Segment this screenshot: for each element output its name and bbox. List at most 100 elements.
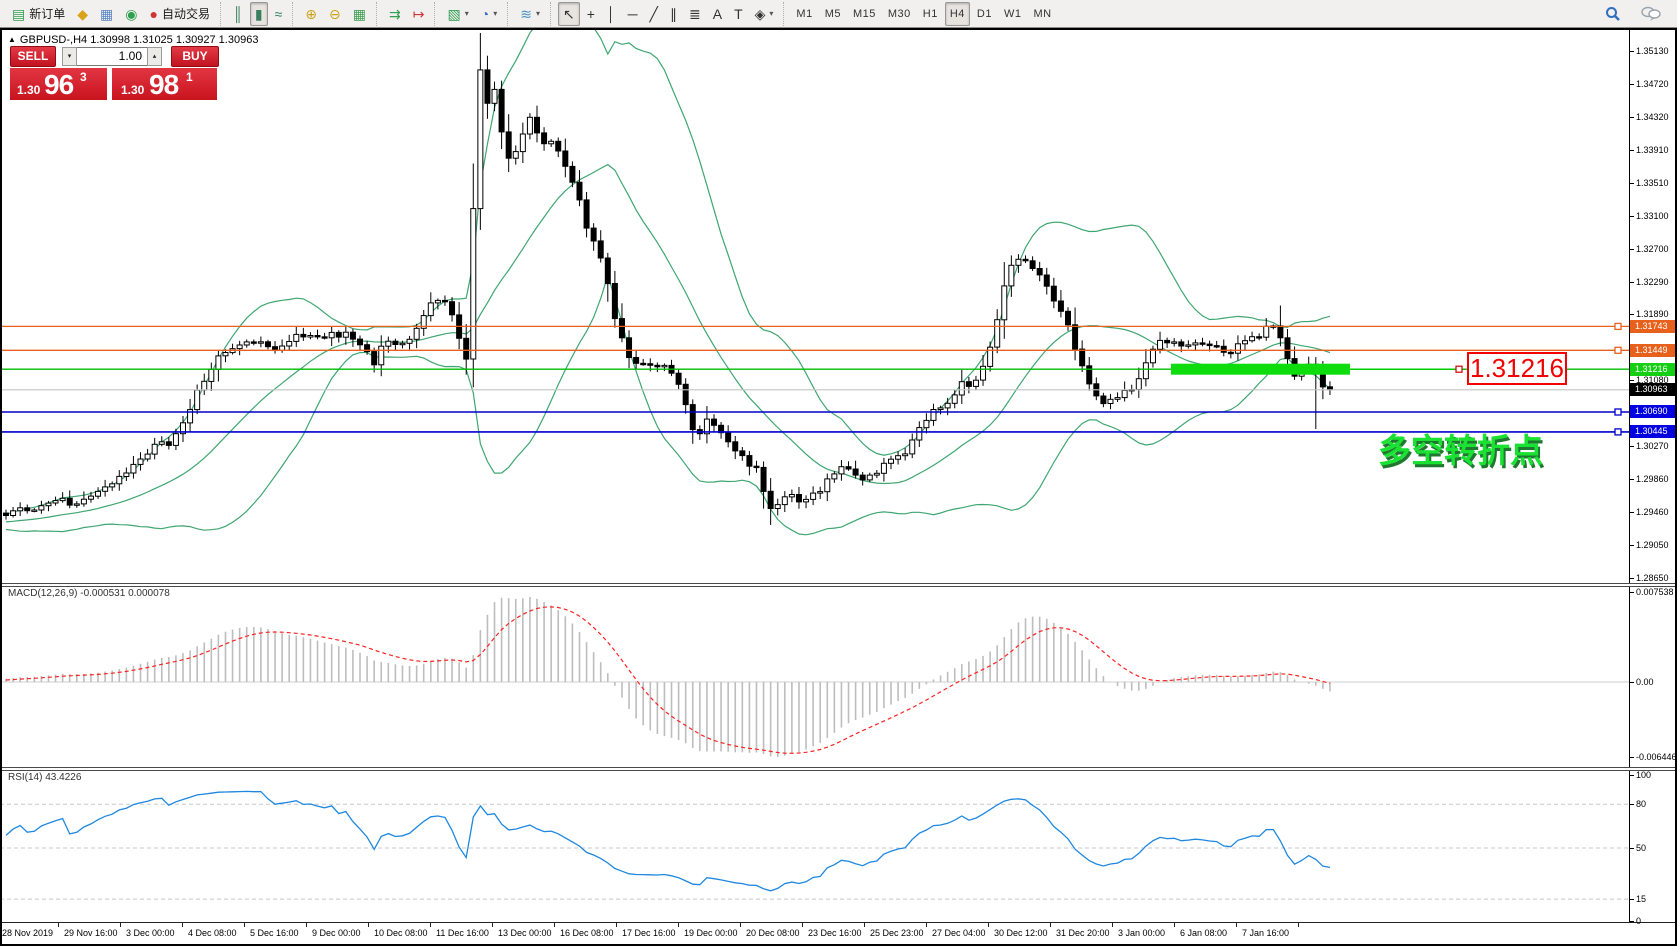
new-order-icon: ▤	[12, 7, 25, 21]
time-tick-label: 6 Jan 08:00	[1180, 928, 1227, 938]
timeframe-d1-button[interactable]: D1	[972, 2, 997, 26]
price-axis-separator	[1629, 30, 1630, 922]
zoom-out-button[interactable]: ⊖	[324, 2, 346, 26]
time-tick-label: 16 Dec 08:00	[560, 928, 614, 938]
auto-scroll-button[interactable]: ⇉	[384, 2, 406, 26]
trendline-icon: ╱	[650, 7, 658, 21]
horizontal-lines[interactable]	[0, 323, 1629, 435]
buy-price-panel[interactable]: 1.30 98 1	[112, 68, 217, 100]
autotrading-button[interactable]: ●自动交易	[144, 2, 214, 26]
profiles-button[interactable]: ▦	[95, 2, 118, 26]
rsi-tick-label: 50	[1636, 843, 1646, 853]
annotation-handle	[1456, 366, 1462, 372]
text-label-button[interactable]: T	[729, 2, 748, 26]
rsi-panel[interactable]	[0, 769, 1629, 922]
timeframe-m30-button[interactable]: M30	[883, 2, 916, 26]
arrow-objects-icon: ◈	[755, 7, 766, 21]
vertical-line-button[interactable]: │	[602, 2, 621, 26]
volume-input[interactable]	[77, 47, 147, 66]
timeframe-h1-button[interactable]: H1	[918, 2, 943, 26]
buy-price-small: 1.30	[121, 83, 144, 97]
time-tick	[244, 922, 245, 927]
crosshair-icon: +	[587, 7, 595, 21]
text-button[interactable]: A	[708, 2, 727, 26]
dropdown-caret-icon: ▾	[465, 9, 469, 18]
rsi-panel-separator[interactable]	[2, 767, 1675, 771]
autotrading-icon: ●	[149, 7, 157, 21]
sell-button[interactable]: SELL	[10, 46, 56, 67]
line-chart-button[interactable]: ≈	[270, 2, 288, 26]
timeframe-m5-button[interactable]: M5	[820, 2, 846, 26]
chat-button[interactable]	[1636, 2, 1666, 26]
profiles-icon: ▦	[100, 7, 113, 21]
tile-windows-button[interactable]: ▦	[348, 2, 371, 26]
time-tick	[740, 922, 741, 927]
collapse-arrow-icon[interactable]: ▲	[8, 35, 16, 44]
time-axis-separator	[2, 922, 1675, 923]
time-tick	[1174, 922, 1175, 927]
hline-handle[interactable]	[1615, 429, 1621, 435]
time-tick	[864, 922, 865, 927]
indicators-button[interactable]: ≋▾	[515, 2, 545, 26]
fibonacci-button[interactable]: ≣	[684, 2, 706, 26]
dropdown-caret-icon: ▾	[493, 9, 497, 18]
timeframe-h4-button[interactable]: H4	[945, 2, 970, 26]
time-tick-label: 28 Nov 2019	[2, 928, 53, 938]
volume-decrease-button[interactable]: ▾	[62, 47, 77, 66]
new-order-button[interactable]: ▤新订单	[7, 2, 70, 26]
signals-button[interactable]: ◉	[120, 2, 142, 26]
toolbar-group-indicators: ≋▾	[507, 2, 550, 26]
time-tick	[1050, 922, 1051, 927]
line-chart-icon: ≈	[275, 7, 283, 21]
periodicity-button[interactable]: ◔▾	[476, 2, 502, 26]
timeframe-w1-button[interactable]: W1	[999, 2, 1027, 26]
hline-handle[interactable]	[1615, 323, 1621, 329]
crosshair-button[interactable]: +	[582, 2, 600, 26]
timeframe-d1-button-label: D1	[977, 8, 992, 20]
bar-chart-icon: ║	[233, 7, 243, 21]
candlestick-chart-button[interactable]: ▮	[250, 2, 268, 26]
price-tick-label: 1.33510	[1636, 178, 1669, 188]
volume-increase-button[interactable]: ▴	[147, 47, 162, 66]
indicator-lines-icon: ≋	[520, 7, 532, 21]
macd-panel[interactable]	[0, 585, 1629, 767]
main-chart-panel[interactable]	[0, 30, 1629, 583]
macd-panel-separator[interactable]	[2, 583, 1675, 587]
hline-handle[interactable]	[1615, 347, 1621, 353]
bar-chart-button[interactable]: ║	[228, 2, 248, 26]
price-annotation-box[interactable]: 1.31216	[1467, 352, 1567, 385]
cursor-button[interactable]: ↖	[558, 2, 580, 26]
timeframe-m30-button-label: M30	[888, 8, 911, 20]
toolbar-group-objects: ↖ + │─ ╱ ∥≣AT◈▾	[550, 2, 783, 26]
turning-point-annotation[interactable]: 多空转折点	[1378, 424, 1543, 472]
highlight-annotation[interactable]	[1171, 364, 1465, 375]
horizontal-line-button[interactable]: ─	[623, 2, 643, 26]
macd-tick-label: 0.007538	[1636, 587, 1674, 597]
candles-layer	[4, 33, 1333, 525]
new-chart-icon: ▧	[447, 7, 460, 21]
search-icon	[1605, 6, 1621, 22]
cursor-icon: ↖	[563, 7, 575, 21]
timeframe-mn-button[interactable]: MN	[1028, 2, 1056, 26]
chart-shift-button[interactable]: ↦	[408, 2, 430, 26]
time-tick-label: 11 Dec 16:00	[436, 928, 489, 938]
symbol-ohlc-text: GBPUSD-,H4 1.30998 1.31025 1.30927 1.309…	[20, 34, 259, 46]
timeframe-m1-button[interactable]: M1	[791, 2, 817, 26]
price-tick-label: 1.34320	[1636, 112, 1669, 122]
time-tick-label: 25 Dec 23:00	[870, 928, 924, 938]
search-button[interactable]	[1600, 2, 1626, 26]
trendline-button[interactable]: ╱	[645, 2, 663, 26]
rsi-tick-label: 0	[1636, 916, 1641, 926]
timeframe-m15-button[interactable]: M15	[848, 2, 881, 26]
hline-handle[interactable]	[1615, 409, 1621, 415]
buy-button[interactable]: BUY	[171, 46, 219, 67]
zoom-in-button[interactable]: ⊕	[300, 2, 322, 26]
time-tick-label: 3 Dec 00:00	[126, 928, 175, 938]
arrows-button[interactable]: ◈▾	[750, 2, 779, 26]
price-chip: 1.31216	[1630, 363, 1677, 376]
channel-button[interactable]: ∥	[665, 2, 682, 26]
chart-wizard-button[interactable]: ◆	[72, 2, 93, 26]
new-chart-button[interactable]: ▧▾	[442, 2, 473, 26]
price-chip: 1.30963	[1630, 383, 1677, 396]
sell-price-panel[interactable]: 1.30 96 3	[10, 68, 107, 100]
